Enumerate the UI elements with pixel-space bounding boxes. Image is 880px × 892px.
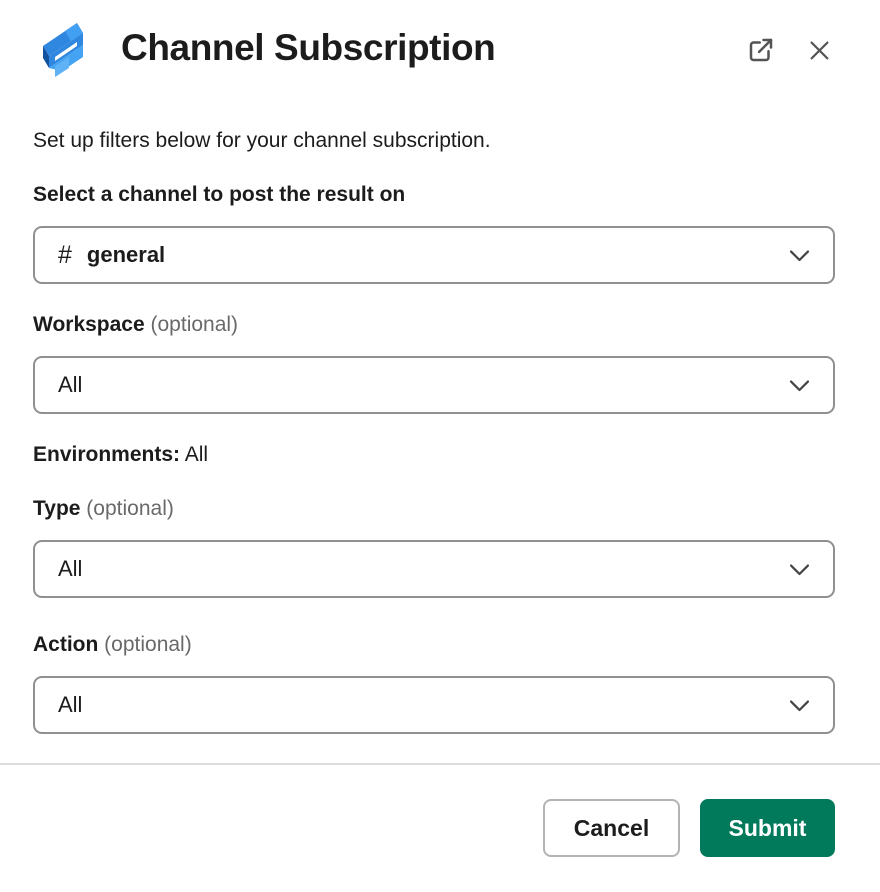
action-optional-text: (optional) [98,633,191,656]
intro-text: Set up filters below for your channel su… [33,128,835,154]
action-select-value: All [58,692,82,718]
workspace-field-label: Workspace (optional) [33,312,835,338]
action-select[interactable]: All [33,676,835,734]
workspace-select[interactable]: All [33,356,835,414]
close-icon [806,37,833,64]
type-optional-text: (optional) [80,497,173,520]
channel-select[interactable]: # general [33,226,835,284]
channel-select-value: general [87,242,165,268]
type-label-text: Type [33,497,80,520]
environments-value: All [180,443,208,466]
footer-divider [0,763,880,765]
open-external-button[interactable] [744,33,778,67]
chevron-down-icon [786,692,813,719]
channel-subscription-modal: Channel Subscription [0,0,880,857]
chevron-down-icon [786,372,813,399]
channel-hash-icon: # [58,241,72,270]
workspace-optional-text: (optional) [145,313,238,336]
close-button[interactable] [804,35,835,66]
environments-label: Environments: [33,443,180,466]
action-label-text: Action [33,633,98,656]
workspace-select-value: All [58,372,82,398]
app-logo-icon [33,14,93,82]
channel-field-label: Select a channel to post the result on [33,182,835,208]
workspace-label-text: Workspace [33,313,145,336]
modal-footer: Cancel Submit [33,799,835,857]
type-select[interactable]: All [33,540,835,598]
type-field-label: Type (optional) [33,496,835,522]
environments-line: Environments: All [33,442,835,468]
modal-title: Channel Subscription [121,27,744,69]
type-select-value: All [58,556,82,582]
chevron-down-icon [786,242,813,269]
open-external-icon [746,35,776,65]
header-actions [744,33,835,67]
chevron-down-icon [786,556,813,583]
cancel-button[interactable]: Cancel [543,799,680,857]
modal-header: Channel Subscription [33,0,835,82]
submit-button[interactable]: Submit [700,799,835,857]
action-field-label: Action (optional) [33,632,835,658]
